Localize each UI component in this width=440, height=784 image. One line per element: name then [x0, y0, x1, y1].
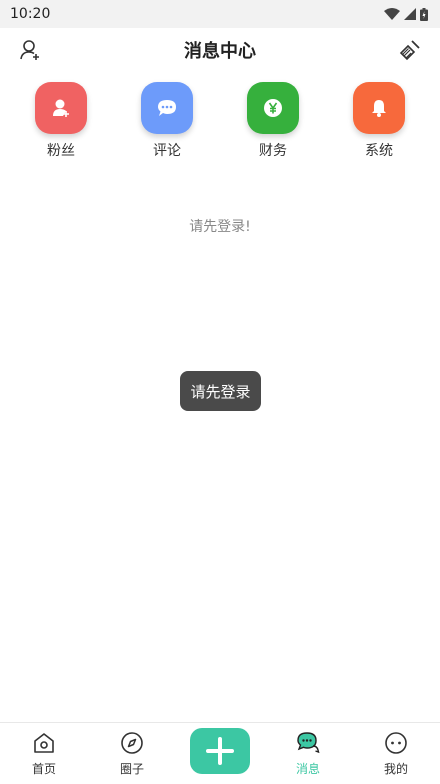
message-categories: 粉丝 评论 财务 系统	[0, 82, 440, 162]
tab-label: 消息	[295, 762, 320, 776]
fans-icon-circle	[35, 82, 87, 134]
bottom-tab-bar: 首页 圈子 消息 我的	[0, 722, 440, 784]
app-header: 消息中心	[0, 28, 440, 72]
comments-icon-circle	[141, 82, 193, 134]
status-time: 10:20	[10, 6, 51, 22]
category-label: 系统	[365, 143, 393, 159]
category-label: 评论	[153, 143, 181, 159]
add-user-icon	[20, 40, 39, 60]
add-friend-button[interactable]	[18, 38, 42, 62]
category-label: 财务	[259, 143, 287, 159]
home-icon	[32, 731, 56, 755]
battery-icon	[420, 7, 428, 21]
status-icons	[384, 7, 428, 21]
publish-button[interactable]	[190, 728, 250, 774]
tab-publish[interactable]	[180, 723, 260, 774]
page-title: 消息中心	[184, 41, 256, 62]
tab-label: 圈子	[119, 762, 144, 776]
toast-message: 请先登录	[180, 371, 261, 411]
tab-label: 首页	[31, 762, 56, 776]
signal-icon	[404, 8, 416, 20]
category-comments[interactable]: 评论	[127, 82, 207, 162]
category-fans[interactable]: 粉丝	[21, 82, 101, 162]
tab-messages[interactable]: 消息	[268, 723, 348, 777]
system-icon-circle	[353, 82, 405, 134]
login-prompt: 请先登录!	[189, 219, 251, 235]
status-bar: 10:20	[0, 0, 440, 28]
wifi-icon	[384, 8, 400, 20]
category-system[interactable]: 系统	[339, 82, 419, 162]
chat-bubble-icon	[158, 100, 176, 116]
clear-unread-button[interactable]	[398, 38, 422, 62]
tab-home[interactable]: 首页	[4, 723, 84, 777]
broom-icon	[399, 40, 420, 61]
finance-icon-circle	[247, 82, 299, 134]
plus-icon	[206, 737, 234, 765]
bell-icon	[372, 100, 386, 117]
compass-icon	[120, 731, 144, 755]
user-plus-icon	[53, 99, 69, 117]
tab-profile[interactable]: 我的	[356, 723, 436, 777]
category-finance[interactable]: 财务	[233, 82, 313, 162]
category-label: 粉丝	[47, 143, 75, 159]
profile-icon	[384, 731, 408, 755]
tab-label: 我的	[383, 762, 408, 776]
tab-circle[interactable]: 圈子	[92, 723, 172, 777]
yen-coin-icon	[264, 99, 282, 117]
message-icon	[296, 731, 320, 755]
